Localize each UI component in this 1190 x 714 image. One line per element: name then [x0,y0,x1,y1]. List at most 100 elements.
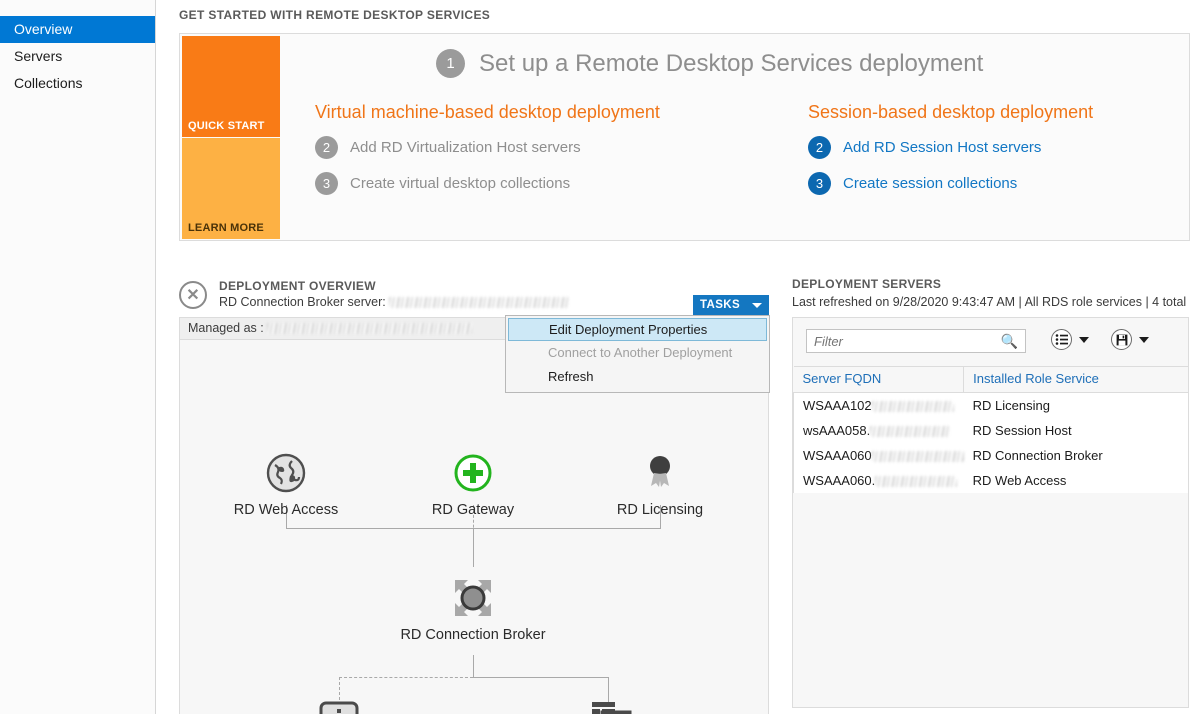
node-label: RD Web Access [233,502,339,518]
sidebar-item-collections[interactable]: Collections [0,70,155,97]
deployment-servers-table: Server FQDN Installed Role Service WSAAA… [792,366,1188,493]
learn-more-tile[interactable]: LEARN MORE [182,138,280,239]
table-header-row: Server FQDN Installed Role Service [793,366,1188,393]
node-label: RD Gateway [431,502,515,518]
cell-server-fqdn: wsAAA058. [792,418,964,443]
column-header-server-fqdn[interactable]: Server FQDN [793,366,965,393]
filter-input-wrapper[interactable]: 🔍 [806,329,1026,353]
tasks-button[interactable]: TASKS [693,295,769,315]
save-icon[interactable] [1111,329,1132,350]
table-row[interactable]: wsAAA058. RD Session Host [792,418,1188,443]
node-label: RD Connection Broker [400,627,546,643]
deployment-status-icon: ✕ [179,281,207,309]
tasks-button-label: TASKS [699,299,741,311]
server-fqdn-redacted [871,401,954,412]
vm-step-add-virtualization-hosts: 2 Add RD Virtualization Host servers [315,136,660,159]
connector-broker-down [473,655,474,677]
cell-installed-role-service: RD Web Access [963,468,1188,493]
connection-broker-server-value-redacted [389,297,570,308]
sidebar-item-label: Collections [14,75,83,91]
vm-based-deployment-heading: Virtual machine-based desktop deployment [315,102,660,122]
filter-input[interactable] [807,331,992,351]
node-rd-licensing[interactable]: RD Licensing [585,450,735,518]
setup-headline: 1 Set up a Remote Desktop Services deplo… [436,49,983,78]
quick-start-tile-label: QUICK START [188,120,265,132]
session-based-deployment-column: Session-based desktop deployment 2 Add R… [808,102,1093,208]
add-rd-session-host-servers-link[interactable]: Add RD Session Host servers [843,139,1041,156]
cell-installed-role-service: RD Session Host [963,418,1188,443]
cell-server-fqdn: WSAAA102 [792,392,964,418]
server-fqdn-prefix: WSAAA060. [803,473,876,488]
chevron-down-icon [752,302,763,308]
server-fqdn-redacted [875,476,958,487]
deployment-servers-toolbar: 🔍 [793,318,1188,366]
column-header-installed-role-service[interactable]: Installed Role Service [963,366,1188,393]
deployment-diagram: RD Web Access RD Gateway RD Licensing RD… [179,339,769,714]
connection-broker-server-line: RD Connection Broker server: [219,295,570,309]
deployment-servers-panel: DEPLOYMENT SERVERS Last refreshed on 9/2… [792,277,1190,708]
vm-step-create-collections: 3 Create virtual desktop collections [315,172,660,195]
menu-item-label: Edit Deployment Properties [549,322,708,337]
connector-bottom-right-horizontal [473,677,608,678]
sidebar-item-label: Overview [14,21,73,37]
info-bubble-icon [264,700,414,714]
cell-server-fqdn: WSAAA060. [792,468,964,493]
cell-installed-role-service: RD Connection Broker [963,443,1188,468]
table-row[interactable]: WSAAA102 RD Licensing [792,392,1188,418]
tasks-dropdown-menu[interactable]: Edit Deployment Properties Connect to An… [505,315,770,393]
vm-based-deployment-column: Virtual machine-based desktop deployment… [315,102,660,208]
sidebar-item-overview[interactable]: Overview [0,16,155,43]
cell-installed-role-service: RD Licensing [963,392,1188,418]
chevron-down-icon[interactable] [1139,336,1149,343]
node-rd-gateway[interactable]: RD Gateway [398,450,548,518]
managed-as-label: Managed as : [188,321,264,335]
get-started-panel: QUICK START LEARN MORE 1 Set up a Remote… [179,33,1190,241]
session-based-deployment-heading: Session-based desktop deployment [808,102,1094,122]
main-content: GET STARTED WITH REMOTE DESKTOP SERVICES… [157,0,1190,714]
step-1-badge: 1 [436,49,465,78]
server-fqdn-prefix: WSAAA060 [803,448,872,463]
chevron-down-icon[interactable] [1079,336,1089,343]
get-started-body: 1 Set up a Remote Desktop Services deplo… [288,34,1189,240]
deployment-overview-panel: ✕ DEPLOYMENT OVERVIEW RD Connection Brok… [179,277,770,714]
server-fqdn-prefix: WSAAA102 [803,398,872,413]
node-rd-session-host[interactable]: RD Session Host [533,700,683,714]
node-label: RD Licensing [616,502,704,518]
list-view-control[interactable] [1051,329,1089,350]
step-2-badge: 2 [808,136,831,159]
add-circle-icon [398,450,548,496]
list-view-icon[interactable] [1051,329,1072,350]
node-rd-connection-broker[interactable]: RD Connection Broker [398,575,548,643]
windows-panes-icon [533,700,683,714]
step-3-badge: 3 [315,172,338,195]
session-step-add-session-hosts[interactable]: 2 Add RD Session Host servers [808,136,1093,159]
server-fqdn-redacted [870,426,951,437]
quick-start-tiles: QUICK START LEARN MORE [182,36,280,239]
connection-broker-server-label: RD Connection Broker server: [219,295,386,309]
managed-as-value-redacted [267,323,473,334]
quick-start-tile[interactable]: QUICK START [182,36,280,137]
table-row[interactable]: WSAAA060. RD Web Access [792,468,1188,493]
table-row[interactable]: WSAAA060 RD Connection Broker [792,443,1188,468]
node-rd-web-access[interactable]: RD Web Access [211,450,361,518]
get-started-section-title: GET STARTED WITH REMOTE DESKTOP SERVICES [179,8,491,22]
deployment-overview-title: DEPLOYMENT OVERVIEW [219,279,376,293]
node-rd-virtualization-host[interactable]: RD Virtualization Host [264,700,414,714]
sidebar-item-servers[interactable]: Servers [0,43,155,70]
server-fqdn-prefix: wsAAA058. [803,423,871,438]
cell-server-fqdn: WSAAA060 [792,443,964,468]
menu-item-edit-deployment-properties[interactable]: Edit Deployment Properties [508,318,767,341]
learn-more-tile-label: LEARN MORE [188,222,264,234]
create-session-collections-link[interactable]: Create session collections [843,175,1017,192]
search-icon: 🔍 [1000,333,1018,349]
globe-icon [211,450,361,496]
left-navigation: Overview Servers Collections [0,0,156,714]
save-control[interactable] [1111,329,1149,350]
session-step-create-collections[interactable]: 3 Create session collections [808,172,1093,195]
deployment-servers-subtitle: Last refreshed on 9/28/2020 9:43:47 AM |… [792,295,1187,309]
setup-headline-text: Set up a Remote Desktop Services deploym… [479,49,984,77]
broker-arrows-icon [398,575,548,621]
vm-step-2-label: Add RD Virtualization Host servers [350,139,581,156]
menu-item-refresh[interactable]: Refresh [506,365,769,389]
deployment-servers-box: 🔍 [792,317,1189,708]
